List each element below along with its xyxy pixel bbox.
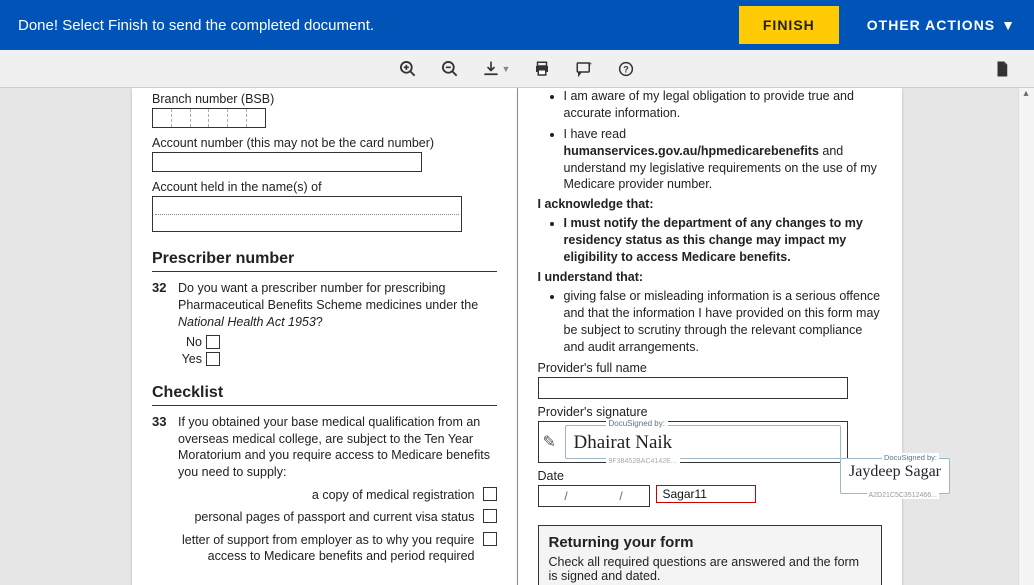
- return-heading: Returning your form: [549, 534, 872, 551]
- document-info-button[interactable]: [982, 53, 1022, 85]
- page-left: Branch number (BSB) Account number (this…: [132, 88, 518, 585]
- stamp-name: Jaydeep Sagar: [849, 463, 941, 481]
- checklist-heading: Checklist: [152, 384, 497, 406]
- prescriber-heading: Prescriber number: [152, 250, 497, 272]
- zoom-in-icon: [398, 59, 418, 79]
- held-label: Account held in the name(s) of: [152, 180, 497, 194]
- date-input[interactable]: //: [538, 485, 650, 507]
- q33-number: 33: [152, 414, 172, 482]
- download-icon: [482, 60, 500, 78]
- svg-text:?: ?: [623, 64, 629, 74]
- document-viewer: ▴ Branch number (BSB) Account number (th…: [0, 88, 1034, 585]
- acknowledge-1: I acknowledge that:: [538, 197, 883, 211]
- no-option: No: [178, 335, 497, 349]
- zoom-in-button[interactable]: [388, 53, 428, 85]
- checkbox-no: [206, 335, 220, 349]
- overlay-tag[interactable]: Sagar11: [656, 485, 756, 503]
- fullname-label: Provider's full name: [538, 361, 883, 375]
- check-item-3: letter of support from employer as to wh…: [152, 532, 497, 565]
- status-message: Done! Select Finish to send the complete…: [18, 17, 739, 34]
- page-right: I am aware of my legal obligation to pro…: [518, 88, 903, 585]
- check-item-2: personal pages of passport and current v…: [152, 509, 497, 525]
- download-button[interactable]: ▼: [472, 53, 520, 85]
- print-button[interactable]: [522, 53, 562, 85]
- help-icon: ?: [617, 60, 635, 78]
- fullname-input[interactable]: [538, 377, 848, 399]
- stamp-label: DocuSigned by:: [882, 453, 939, 462]
- account-input: [152, 152, 422, 172]
- initials-stamp[interactable]: DocuSigned by: Jaydeep Sagar A2D21C5C351…: [840, 458, 950, 494]
- acknowledge-2: I understand that:: [538, 270, 883, 284]
- return-box: Returning your form Check all required q…: [538, 525, 883, 585]
- branch-boxes: [152, 108, 266, 128]
- branch-label: Branch number (BSB): [152, 92, 497, 106]
- zoom-out-button[interactable]: [430, 53, 470, 85]
- signature-name: Dhairat Naik: [574, 432, 832, 454]
- yes-option: Yes: [178, 352, 497, 366]
- other-actions-label: OTHER ACTIONS: [867, 17, 995, 33]
- signature-hash: 9F38452BAC4142E...: [606, 458, 680, 465]
- bullet-4: giving false or misleading information i…: [564, 288, 883, 356]
- signature-label: Provider's signature: [538, 405, 883, 419]
- svg-text:+: +: [588, 60, 593, 68]
- bullet-1: I am aware of my legal obligation to pro…: [564, 88, 883, 122]
- print-icon: [533, 60, 551, 78]
- q33-text: If you obtained your base medical qualif…: [178, 414, 497, 482]
- bullet-2: I have read humanservices.gov.au/hpmedic…: [564, 126, 883, 194]
- bullet-3: I must notify the department of any chan…: [564, 215, 883, 266]
- docusigned-label: DocuSigned by:: [606, 419, 668, 428]
- signature-box[interactable]: ✎ DocuSigned by: Dhairat Naik 9F38452BAC…: [538, 421, 848, 463]
- zoom-out-icon: [440, 59, 460, 79]
- date-label: Date: [538, 469, 883, 483]
- pen-icon: ✎: [543, 432, 565, 452]
- scroll-up-icon: ▴: [1018, 88, 1034, 104]
- comment-button[interactable]: +: [564, 53, 604, 85]
- return-p1: Check all required questions are answere…: [549, 555, 872, 583]
- q32-number: 32: [152, 280, 172, 331]
- checkbox-yes: [206, 352, 220, 366]
- stamp-hash: A2D21C5C3512466...: [867, 492, 940, 499]
- caret-down-icon: ▼: [1001, 17, 1016, 33]
- caret-down-icon: ▼: [502, 64, 511, 74]
- toolbar: ▼ + ?: [0, 50, 1034, 88]
- document-icon: [993, 60, 1011, 78]
- help-button[interactable]: ?: [606, 53, 646, 85]
- account-label: Account number (this may not be the card…: [152, 136, 497, 150]
- check-item-1: a copy of medical registration: [152, 487, 497, 503]
- other-actions-button[interactable]: OTHER ACTIONS ▼: [867, 17, 1016, 33]
- scrollbar[interactable]: ▴: [1018, 88, 1034, 585]
- held-input: [152, 196, 462, 232]
- q32-text: Do you want a prescriber number for pres…: [178, 280, 497, 331]
- finish-button[interactable]: FINISH: [739, 6, 839, 44]
- top-bar: Done! Select Finish to send the complete…: [0, 0, 1034, 50]
- comment-icon: +: [575, 60, 593, 78]
